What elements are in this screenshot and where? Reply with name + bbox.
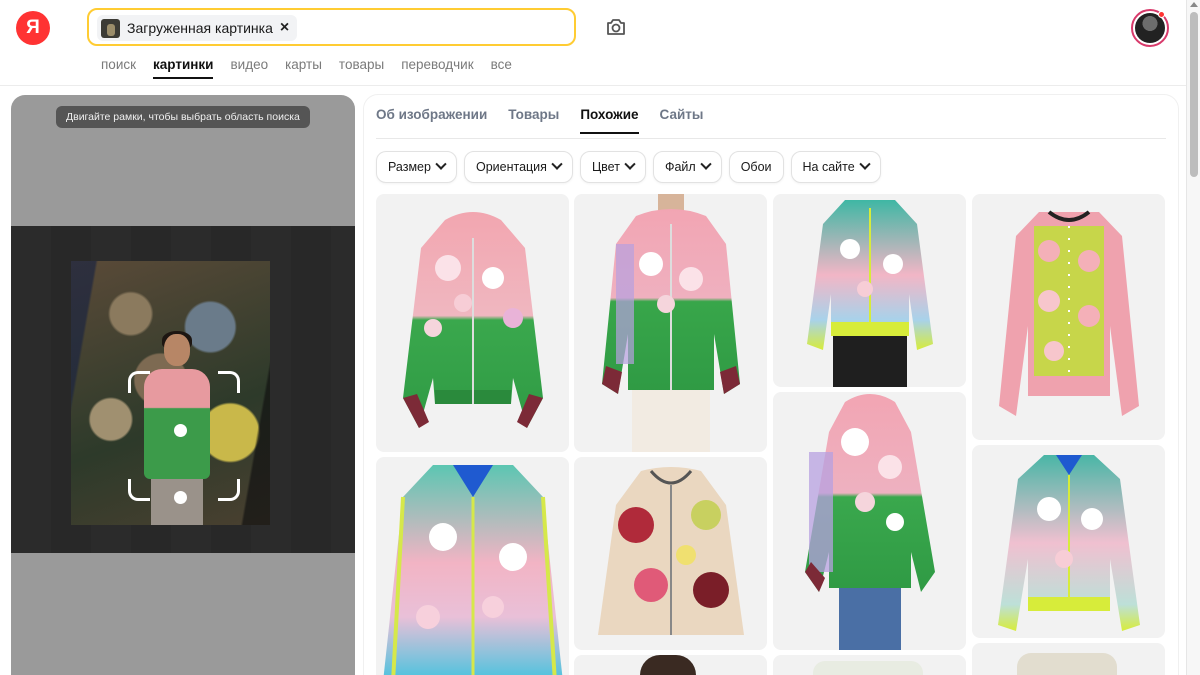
adidas-floral-jacket-image [997, 455, 1140, 631]
filter-bar: Размер Ориентация Цвет Файл Обои На сайт… [376, 151, 881, 183]
user-avatar[interactable] [1131, 9, 1169, 47]
result-image-card[interactable] [972, 643, 1165, 675]
result-image-card[interactable] [773, 392, 966, 650]
result-image-card[interactable] [574, 655, 767, 675]
similar-images-grid [376, 194, 1166, 675]
filter-color[interactable]: Цвет [579, 151, 646, 183]
tab-similar[interactable]: Похожие [580, 107, 639, 134]
nav-item-images[interactable]: картинки [153, 57, 214, 79]
tab-products[interactable]: Товары [508, 107, 559, 134]
crop-handle-bottom-right[interactable] [218, 479, 240, 501]
result-image-card[interactable] [972, 194, 1165, 440]
chevron-down-icon [435, 158, 447, 170]
result-image-card[interactable] [376, 457, 569, 675]
result-image-card[interactable] [773, 655, 966, 675]
search-box[interactable]: Загруженная картинка × [87, 8, 576, 46]
model-floral-hoodie-image [601, 194, 740, 452]
partial-result-image [813, 661, 923, 675]
scrollbar-thumb[interactable] [1190, 12, 1198, 177]
floral-track-jacket-image [383, 465, 562, 675]
nav-item-translator[interactable]: переводчик [401, 57, 473, 72]
nav-item-search[interactable]: поиск [101, 57, 136, 72]
yandex-logo[interactable]: Я [16, 11, 50, 45]
result-image-card[interactable] [574, 457, 767, 650]
close-icon[interactable]: × [280, 19, 289, 37]
camera-icon[interactable] [604, 15, 628, 39]
filter-size[interactable]: Размер [376, 151, 457, 183]
crop-frame[interactable] [128, 371, 240, 504]
uploaded-image-label: Загруженная картинка [127, 20, 273, 36]
crop-handle-top-right[interactable] [218, 371, 240, 393]
chevron-down-icon [624, 158, 636, 170]
image-preview-panel: Двигайте рамки, чтобы выбрать область по… [11, 95, 355, 675]
floral-cardigan-image [998, 210, 1139, 416]
filter-label: Обои [740, 160, 772, 174]
tabs-divider [376, 138, 1166, 139]
result-image-card[interactable] [574, 194, 767, 452]
filter-label: На сайте [802, 160, 855, 174]
nav-item-products[interactable]: товары [339, 57, 384, 72]
chevron-down-icon [859, 158, 871, 170]
filter-label: Файл [664, 160, 696, 174]
uploaded-image-thumbnail [101, 18, 120, 38]
filter-label: Размер [388, 160, 431, 174]
nav-item-all[interactable]: все [491, 57, 512, 72]
crop-handle-top-left[interactable] [128, 371, 150, 393]
crop-handle-bottom-left[interactable] [128, 479, 150, 501]
person-head [164, 334, 190, 366]
floral-hoodie-back-image [804, 394, 935, 650]
scroll-up-arrow-icon[interactable] [1190, 2, 1198, 7]
chevron-down-icon [700, 158, 712, 170]
crop-hint: Двигайте рамки, чтобы выбрать область по… [56, 106, 310, 128]
chevron-down-icon [551, 158, 563, 170]
uploaded-image-area [11, 226, 355, 553]
tab-sites[interactable]: Сайты [660, 107, 704, 134]
results-tabs: Об изображении Товары Похожие Сайты [376, 107, 703, 134]
adidas-floral-track-top-image [806, 200, 933, 387]
header: Я Загруженная картинка × поиск картинки … [0, 0, 1186, 86]
partial-result-image [640, 655, 696, 675]
detected-object-dot[interactable] [174, 491, 187, 504]
page-scrollbar[interactable] [1186, 0, 1200, 675]
uploaded-image-chip[interactable]: Загруженная картинка × [97, 15, 298, 41]
result-image-card[interactable] [972, 445, 1165, 638]
detected-object-dot[interactable] [174, 424, 187, 437]
result-image-card[interactable] [773, 194, 966, 387]
filter-orientation[interactable]: Ориентация [463, 151, 573, 183]
partial-result-image [1017, 653, 1117, 675]
search-nav: поиск картинки видео карты товары перево… [101, 57, 529, 79]
results-panel: Об изображении Товары Похожие Сайты Разм… [364, 95, 1178, 675]
filter-file[interactable]: Файл [652, 151, 722, 183]
nav-item-video[interactable]: видео [230, 57, 268, 72]
filter-on-site[interactable]: На сайте [790, 151, 881, 183]
filter-label: Цвет [591, 160, 620, 174]
filter-label: Ориентация [475, 160, 547, 174]
filter-wallpapers[interactable]: Обои [728, 151, 784, 183]
result-image-card[interactable] [376, 194, 569, 452]
nav-item-maps[interactable]: карты [285, 57, 322, 72]
floral-zip-hoodie-image [402, 212, 543, 428]
notification-badge [1158, 11, 1165, 18]
rose-print-jacket-image [597, 467, 744, 635]
tab-about-image[interactable]: Об изображении [376, 107, 487, 134]
